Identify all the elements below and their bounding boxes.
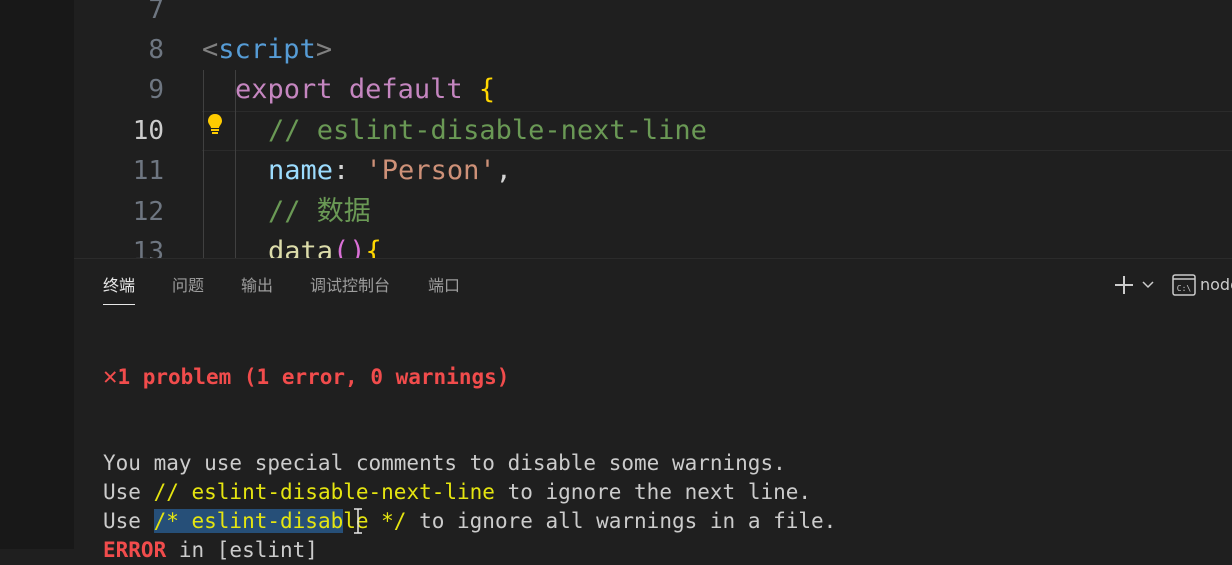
terminal-line: Use /* eslint-disable */ to ignore all w… [103,507,836,536]
code-line-9: 9 export default { [74,70,1232,110]
code-line-13: 13 data(){ [74,232,1232,258]
text: Use [103,509,154,533]
token: < [202,34,219,65]
code-line-12: 12 // 数据 [74,192,1232,232]
token: > [315,34,333,65]
code-text: <script> [202,30,332,70]
line-number: 8 [148,35,164,65]
terminal-cmd-icon: C:\ [1172,274,1196,296]
token: export [235,74,333,105]
code-line-11: 11 name: 'Person', [74,151,1232,191]
new-terminal-plus-icon[interactable] [1114,275,1134,295]
token: data [268,236,334,258]
terminal-name[interactable]: node [1200,275,1232,294]
line-number: 12 [132,197,164,227]
token: { [365,236,382,258]
error-label: ERROR [103,538,167,562]
tab-ports[interactable]: 端口 [428,276,460,304]
activity-bar [0,0,74,549]
code-text: name: 'Person', [268,151,512,191]
terminal-line: Use // eslint-disable-next-line to ignor… [103,478,811,507]
text: to ignore the next line. [494,480,812,504]
token: , [495,155,512,186]
bottom-panel: 终端 问题 输出 调试控制台 端口 C:\ node ✕1 problem (1… [74,258,1232,562]
highlight-text: // eslint-disable-next-line [153,480,495,504]
token: name [268,155,334,186]
error-x-icon: ✕ [103,362,118,390]
code-text: data(){ [268,232,382,258]
svg-text:C:\: C:\ [1177,284,1192,293]
terminal-line: You may use special comments to disable … [103,451,786,475]
tab-problems[interactable]: 问题 [172,276,204,304]
token: 'Person' [365,155,496,186]
line-number: 10 [132,116,164,146]
tab-debug-console[interactable]: 调试控制台 [310,276,390,304]
code-line-8: 8 <script> [74,30,1232,70]
code-text: // 数据 [268,192,371,232]
tab-terminal[interactable]: 终端 [103,276,136,305]
chevron-down-icon[interactable] [1142,281,1154,289]
lightbulb-icon[interactable] [204,112,226,136]
token: () [333,236,366,258]
code-editor[interactable]: 7 8 <script> 9 export default { 10 // es… [74,0,1232,258]
line-number: 11 [132,156,164,186]
code-line-7: 7 [74,0,1232,30]
code-line-10: 10 // eslint-disable-next-line [74,111,1232,151]
line-number: 9 [148,75,164,105]
text-cursor-icon [354,508,362,534]
token: // eslint-disable-next-line [268,115,707,146]
line-number: 13 [132,237,164,258]
panel-tabs: 终端 问题 输出 调试控制台 端口 C:\ node [74,259,1232,311]
terminal-line: ERROR in [eslint] [103,536,318,565]
problem-summary: ✕1 problem (1 error, 0 warnings) [103,362,509,392]
line-number: 7 [148,0,164,25]
code-text: export default { [235,70,495,110]
token: default [348,74,463,105]
text: Use [103,480,154,504]
token: : [333,155,366,186]
token: // 数据 [268,196,371,227]
selected-text[interactable]: /* eslint-disab [153,509,344,533]
text: to ignore all warnings in a file. [406,509,837,533]
text: in [eslint] [166,538,318,562]
code-text: // eslint-disable-next-line [268,111,707,151]
tab-output[interactable]: 输出 [241,276,273,304]
problem-text: 1 problem (1 error, 0 warnings) [117,365,510,389]
token: script [218,34,316,65]
token: { [478,74,496,105]
